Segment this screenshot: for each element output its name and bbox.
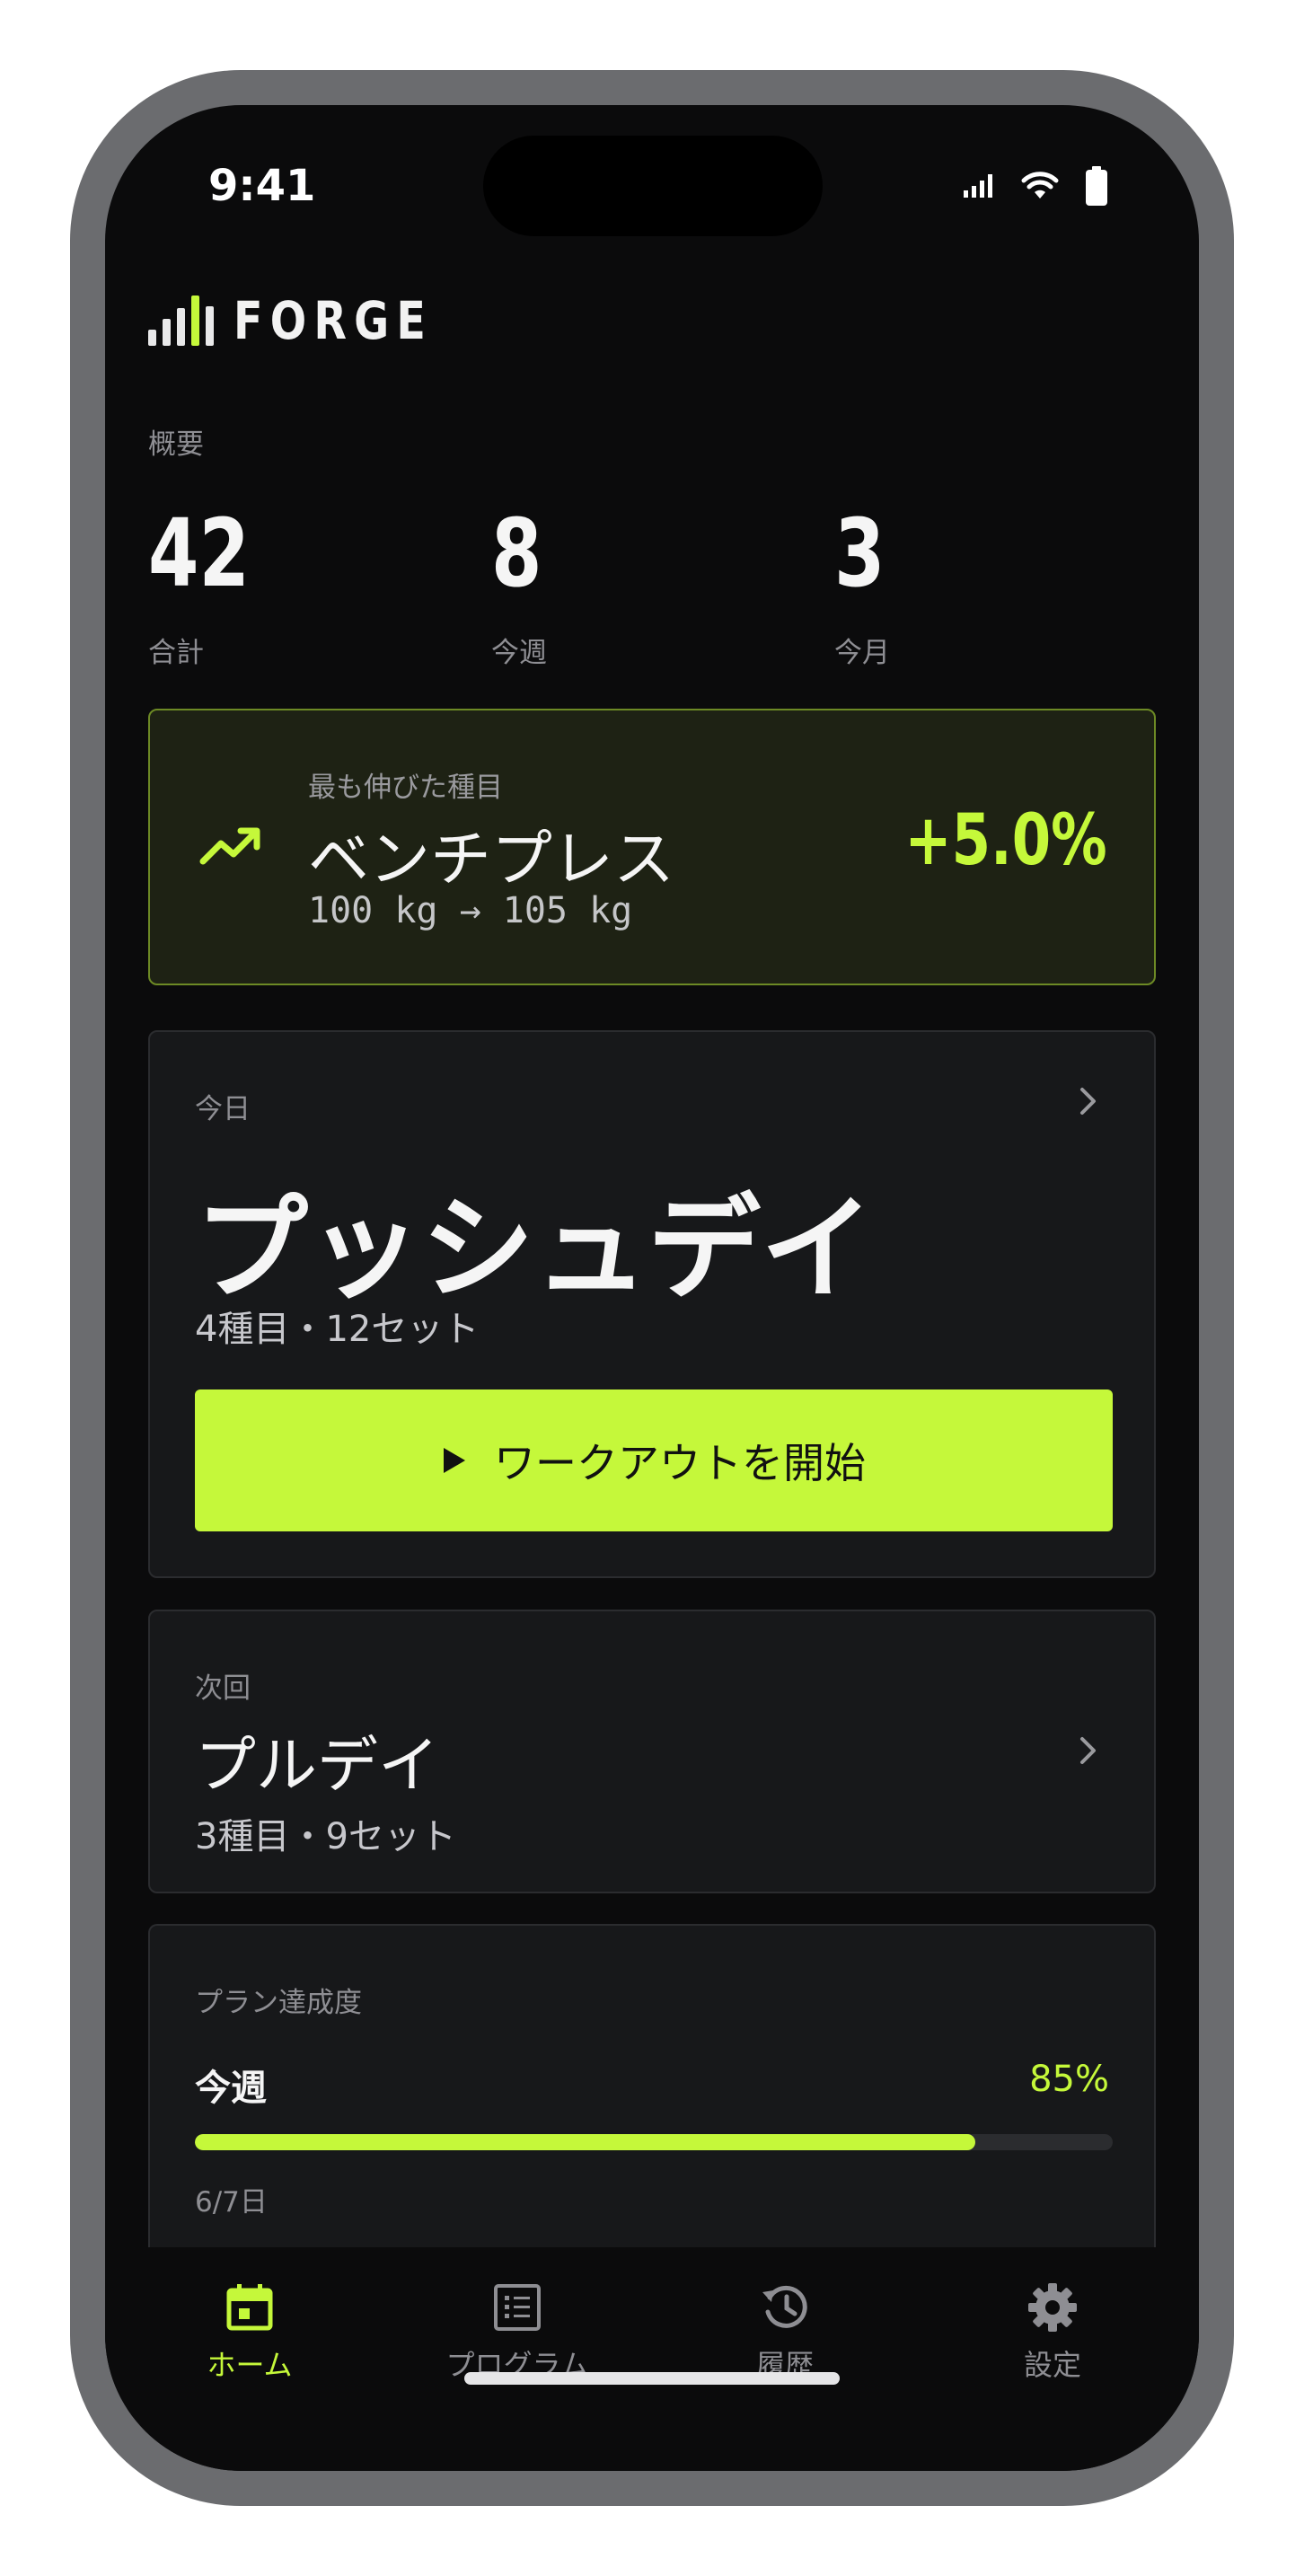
stat-total: 42 合計	[148, 504, 278, 670]
home-indicator	[464, 2372, 840, 2385]
stat-label: 今週	[491, 637, 547, 669]
stat-value: 3	[834, 498, 885, 608]
weight-change: 100 kg → 105 kg	[308, 890, 633, 931]
history-icon	[762, 2285, 807, 2328]
top-progress-card[interactable]: 最も伸びた種目 ベンチプレス 100 kg → 105 kg +5.0%	[148, 709, 1156, 985]
app-logo: FORGE	[148, 290, 477, 351]
gear-icon	[1028, 2283, 1077, 2332]
exercise-name: ベンチプレス	[308, 825, 675, 895]
trending-up-icon	[199, 827, 260, 865]
calendar-icon	[226, 2284, 273, 2331]
logo-bars-icon	[148, 296, 214, 346]
tab-settings[interactable]: 設定	[954, 2281, 1151, 2384]
stat-label: 合計	[148, 637, 204, 669]
plan-period: 今週	[195, 2068, 267, 2109]
dynamic-island	[483, 136, 823, 236]
next-workout-meta: 3種目・9セット	[195, 1816, 456, 1857]
tab-home[interactable]: ホーム	[151, 2281, 348, 2384]
stat-label: 今月	[834, 637, 890, 669]
progress-bar-fill	[195, 2134, 975, 2150]
status-icons	[964, 166, 1107, 206]
workout-title: プッシュデイ	[195, 1183, 874, 1315]
next-workout-card[interactable]: 次回 プルデイ 3種目・9セット	[148, 1610, 1156, 1893]
tab-bar: ホーム プログラム 履歴 設定	[105, 2247, 1199, 2471]
stat-value: 42	[148, 498, 250, 608]
tab-program[interactable]: プログラム	[419, 2281, 616, 2384]
stat-value: 8	[491, 498, 542, 608]
play-icon	[444, 1448, 465, 1473]
list-icon	[494, 2284, 541, 2331]
progress-bar	[195, 2134, 1113, 2150]
plan-progress-card: プラン達成度 今週 85% 6/7日	[148, 1924, 1156, 2301]
tab-label: 設定	[1023, 2348, 1081, 2382]
chevron-right-icon[interactable]	[1079, 1086, 1098, 1116]
chevron-right-icon[interactable]	[1079, 1735, 1098, 1766]
stat-this-month: 3 今月	[834, 504, 899, 670]
screen: 9:41 FORGE 概要 42 合計 8 今週 3 今月 最も伸びた種目 ベン…	[105, 105, 1199, 2471]
overview-section: 概要 42 合計 8 今週 3 今月	[148, 421, 1163, 669]
plan-label: プラン達成度	[195, 1987, 362, 2019]
next-label: 次回	[195, 1672, 251, 1705]
wifi-icon	[1021, 172, 1059, 198]
cellular-signal-icon	[964, 174, 992, 198]
start-workout-label: ワークアウトを開始	[494, 1439, 866, 1487]
next-workout-title: プルデイ	[195, 1731, 440, 1802]
stat-this-week: 8 今週	[491, 504, 556, 670]
percent-change: +5.0%	[904, 800, 1107, 881]
today-workout-card[interactable]: 今日 プッシュデイ 4種目・12セット ワークアウトを開始	[148, 1030, 1156, 1578]
brand-name: FORGE	[233, 290, 434, 351]
top-progress-label: 最も伸びた種目	[308, 772, 503, 804]
overview-label: 概要	[148, 428, 204, 461]
plan-days: 6/7日	[195, 2186, 268, 2219]
tab-label: ホーム	[207, 2348, 293, 2382]
start-workout-button[interactable]: ワークアウトを開始	[195, 1389, 1113, 1531]
battery-icon	[1086, 166, 1107, 206]
tab-history[interactable]: 履歴	[686, 2281, 884, 2384]
status-time: 9:41	[208, 161, 316, 211]
workout-meta: 4種目・12セット	[195, 1309, 480, 1350]
today-label: 今日	[195, 1093, 251, 1125]
plan-percent: 85%	[1029, 2059, 1109, 2100]
